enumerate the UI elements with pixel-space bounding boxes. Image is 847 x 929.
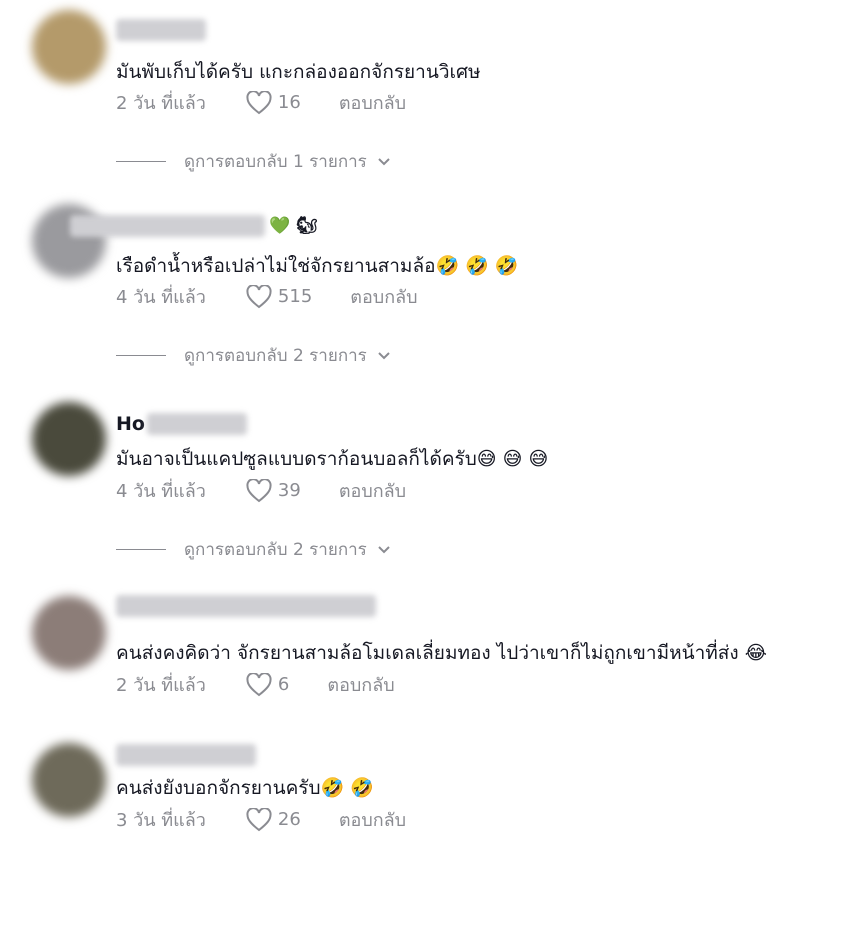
comment-item: มันพับเก็บได้ครับ แกะกล่องออกจักรยานวิเศ… (0, 0, 847, 194)
divider-line (116, 161, 166, 162)
like-button[interactable]: 39 (246, 478, 301, 503)
username[interactable]: Ho (116, 412, 247, 436)
blurred-username (70, 215, 265, 237)
avatar[interactable] (32, 596, 106, 670)
heart-icon (246, 90, 272, 114)
comment-meta: 2 วัน ที่แล้ว 16 ตอบกลับ (116, 88, 406, 117)
blurred-username (116, 595, 376, 617)
comment-meta: 3 วัน ที่แล้ว 26 ตอบกลับ (116, 805, 406, 834)
view-replies-button[interactable]: ดูการตอบกลับ 2 รายการ (116, 342, 391, 369)
blurred-username (116, 744, 256, 766)
comment-time: 2 วัน ที่แล้ว (116, 675, 206, 696)
username[interactable]: 💚 🐿 (70, 214, 318, 238)
username[interactable] (116, 594, 376, 618)
comment-item: Ho มันอาจเป็นแคปซูลแบบดราก้อนบอลก็ได้ครั… (0, 388, 847, 582)
avatar[interactable] (32, 402, 106, 476)
comment-item: คนส่งยังบอกจักรยานครับ🤣 🤣 3 วัน ที่แล้ว … (0, 735, 847, 929)
comment-text: คนส่งคงคิดว่า จักรยานสามล้อโมเดลเลี่ยมทอ… (116, 642, 767, 664)
comment-meta: 4 วัน ที่แล้ว 515 ตอบกลับ (116, 282, 418, 311)
comment-time: 4 วัน ที่แล้ว (116, 481, 206, 502)
divider-line (116, 549, 166, 550)
blurred-username (146, 413, 247, 435)
heart-icon (246, 478, 272, 502)
blurred-username (116, 19, 206, 41)
comment-text: คนส่งยังบอกจักรยานครับ🤣 🤣 (116, 777, 374, 799)
username[interactable] (116, 18, 206, 42)
comment-text: มันอาจเป็นแคปซูลแบบดราก้อนบอลก็ได้ครับ😅 … (116, 448, 549, 470)
like-count: 515 (277, 286, 313, 307)
like-button[interactable]: 26 (246, 807, 301, 832)
comment-time: 3 วัน ที่แล้ว (116, 810, 206, 831)
avatar[interactable] (32, 10, 106, 84)
chevron-down-icon (378, 351, 390, 359)
view-replies-button[interactable]: ดูการตอบกลับ 2 รายการ (116, 536, 391, 563)
like-count: 16 (277, 92, 301, 113)
comment-time: 4 วัน ที่แล้ว (116, 287, 206, 308)
like-button[interactable]: 16 (246, 90, 301, 115)
view-replies-label: ดูการตอบกลับ 1 รายการ (184, 152, 367, 172)
username-text: Ho (116, 413, 145, 435)
username-emojis: 💚 🐿 (269, 216, 318, 236)
reply-button[interactable]: ตอบกลับ (327, 670, 394, 699)
divider-line (116, 355, 166, 356)
chevron-down-icon (378, 157, 390, 165)
comment-text: มันพับเก็บได้ครับ แกะกล่องออกจักรยานวิเศ… (116, 61, 481, 83)
comment-meta: 2 วัน ที่แล้ว 6 ตอบกลับ (116, 670, 395, 699)
view-replies-label: ดูการตอบกลับ 2 รายการ (184, 540, 367, 560)
comment-time: 2 วัน ที่แล้ว (116, 93, 206, 114)
reply-button[interactable]: ตอบกลับ (339, 88, 406, 117)
reply-button[interactable]: ตอบกลับ (350, 282, 417, 311)
username[interactable] (116, 743, 256, 767)
heart-icon (246, 807, 272, 831)
reply-button[interactable]: ตอบกลับ (339, 476, 406, 505)
like-count: 6 (277, 674, 290, 695)
view-replies-label: ดูการตอบกลับ 2 รายการ (184, 346, 367, 366)
view-replies-button[interactable]: ดูการตอบกลับ 1 รายการ (116, 148, 391, 175)
like-button[interactable]: 515 (246, 284, 313, 309)
comment-text: เรือดำน้ำหรือเปล่าไม่ใช่จักรยานสามล้อ🤣 🤣… (116, 255, 519, 277)
comment-meta: 4 วัน ที่แล้ว 39 ตอบกลับ (116, 476, 406, 505)
like-button[interactable]: 6 (246, 672, 290, 697)
comment-item: 💚 🐿 เรือดำน้ำหรือเปล่าไม่ใช่จักรยานสามล้… (0, 194, 847, 388)
chevron-down-icon (378, 545, 390, 553)
like-count: 39 (277, 480, 301, 501)
heart-icon (246, 672, 272, 696)
reply-button[interactable]: ตอบกลับ (339, 805, 406, 834)
heart-icon (246, 284, 272, 308)
avatar[interactable] (32, 743, 106, 817)
